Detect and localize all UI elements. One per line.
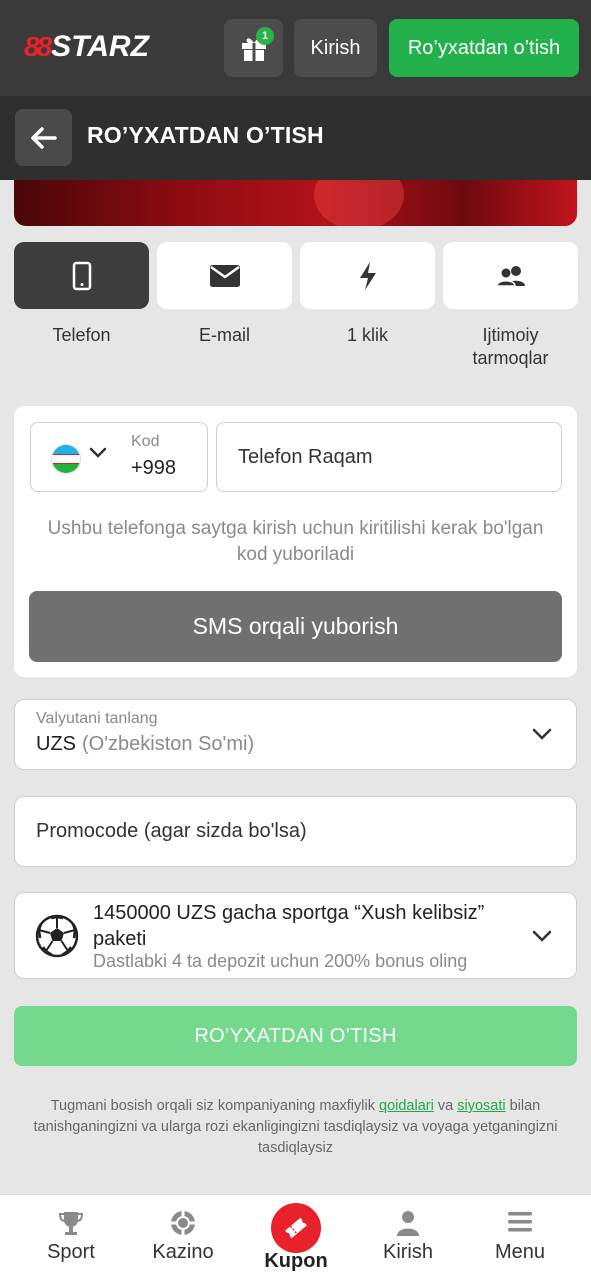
- currency-select[interactable]: Valyutani tanlang UZS (O'zbekiston So'mi): [14, 699, 577, 770]
- tab-social[interactable]: [443, 242, 578, 309]
- gift-badge: 1: [256, 27, 274, 45]
- nav-kazino[interactable]: Kazino: [128, 1195, 238, 1280]
- gift-button[interactable]: 1: [224, 19, 283, 77]
- send-sms-button[interactable]: SMS orqali yuborish: [29, 591, 562, 662]
- title-bar: RO’YXATDAN O’TISH: [0, 96, 591, 180]
- soccer-ball-icon: [35, 914, 79, 958]
- phone-icon: [72, 261, 91, 290]
- country-code-select[interactable]: Kod +998: [30, 422, 208, 492]
- chevron-down-icon: [532, 930, 552, 942]
- legal-part-2: va: [433, 1098, 458, 1114]
- envelope-icon: [209, 264, 240, 287]
- nav-menu-label: Menu: [494, 1241, 546, 1263]
- logo-prefix: 88: [24, 31, 52, 62]
- currency-label: Valyutani tanlang: [36, 710, 158, 727]
- user-icon: [397, 1211, 419, 1236]
- arrow-left-icon: [30, 126, 57, 149]
- nav-kazino-label: Kazino: [152, 1241, 214, 1263]
- currency-code: UZS: [36, 733, 76, 755]
- phone-number-input[interactable]: Telefon Raqam: [216, 422, 562, 492]
- currency-value: UZS (O'zbekiston So'mi): [36, 733, 254, 756]
- login-button[interactable]: Kirish: [294, 19, 377, 77]
- nav-sport[interactable]: Sport: [16, 1195, 126, 1280]
- promo-banner: [14, 180, 577, 226]
- promocode-input[interactable]: Promocode (agar sizda bo'lsa): [14, 796, 577, 867]
- chevron-down-icon: [89, 447, 107, 458]
- phone-form-card: Kod +998 Telefon Raqam Ushbu telefonga s…: [14, 406, 577, 677]
- tab-one-click-label: 1 klik: [346, 325, 388, 345]
- tab-email[interactable]: [157, 242, 292, 309]
- tab-email-label: E-mail: [198, 325, 250, 345]
- bonus-subtitle: Dastlabki 4 ta depozit uchun 200% bonus …: [93, 951, 468, 971]
- trophy-icon: [58, 1212, 84, 1235]
- chevron-down-icon: [532, 728, 552, 740]
- nav-kupon[interactable]: [271, 1203, 321, 1253]
- lightning-icon: [359, 261, 376, 290]
- nav-kirish[interactable]: Kirish: [353, 1195, 463, 1280]
- privacy-rules-link[interactable]: qoidalari: [379, 1098, 434, 1114]
- legal-text: Tugmani bosish orqali siz kompaniyaning …: [18, 1096, 573, 1159]
- currency-name: (O'zbekiston So'mi): [82, 733, 255, 755]
- bottom-nav: Sport Kazino Kupon Kirish Menu: [0, 1194, 591, 1280]
- legal-part-1: Tugmani bosish orqali siz kompaniyaning …: [50, 1098, 380, 1114]
- page-title: RO’YXATDAN O’TISH: [87, 122, 324, 148]
- uzbekistan-flag-icon: [51, 444, 81, 474]
- nav-menu[interactable]: Menu: [465, 1195, 575, 1280]
- back-button[interactable]: [15, 109, 72, 166]
- bonus-select[interactable]: 1450000 UZS gacha sportga “Xush kelibsiz…: [14, 892, 577, 979]
- logo[interactable]: 88 STARZ: [24, 30, 149, 64]
- users-icon: [495, 265, 525, 287]
- bonus-title: 1450000 UZS gacha sportga “Xush kelibsiz…: [93, 902, 485, 950]
- privacy-policy-link[interactable]: siyosati: [457, 1098, 505, 1114]
- nav-sport-label: Sport: [47, 1241, 95, 1263]
- nav-kupon-label[interactable]: Kupon: [246, 1250, 346, 1273]
- logo-text: STARZ: [51, 30, 149, 63]
- register-button[interactable]: Ro’yxatdan o’tish: [389, 19, 579, 77]
- code-value: +998: [131, 457, 177, 479]
- top-bar: 88 STARZ 1 Kirish Ro’yxatdan o’tish: [0, 0, 591, 96]
- casino-chip-icon: [171, 1211, 195, 1235]
- ticket-icon: [285, 1217, 307, 1239]
- phone-hint: Ushbu telefonga saytga kirish uchun kiri…: [47, 518, 544, 565]
- tab-one-click[interactable]: [300, 242, 435, 309]
- tab-phone[interactable]: [14, 242, 149, 309]
- tab-social-label: Ijtimoiy tarmoqlar: [472, 325, 549, 368]
- hamburger-menu-icon: [508, 1212, 532, 1232]
- submit-register-button[interactable]: RO’YXATDAN O’TISH: [14, 1006, 577, 1066]
- nav-kirish-label: Kirish: [382, 1241, 433, 1263]
- code-label: Kod: [131, 433, 160, 450]
- tab-phone-label: Telefon: [52, 325, 111, 345]
